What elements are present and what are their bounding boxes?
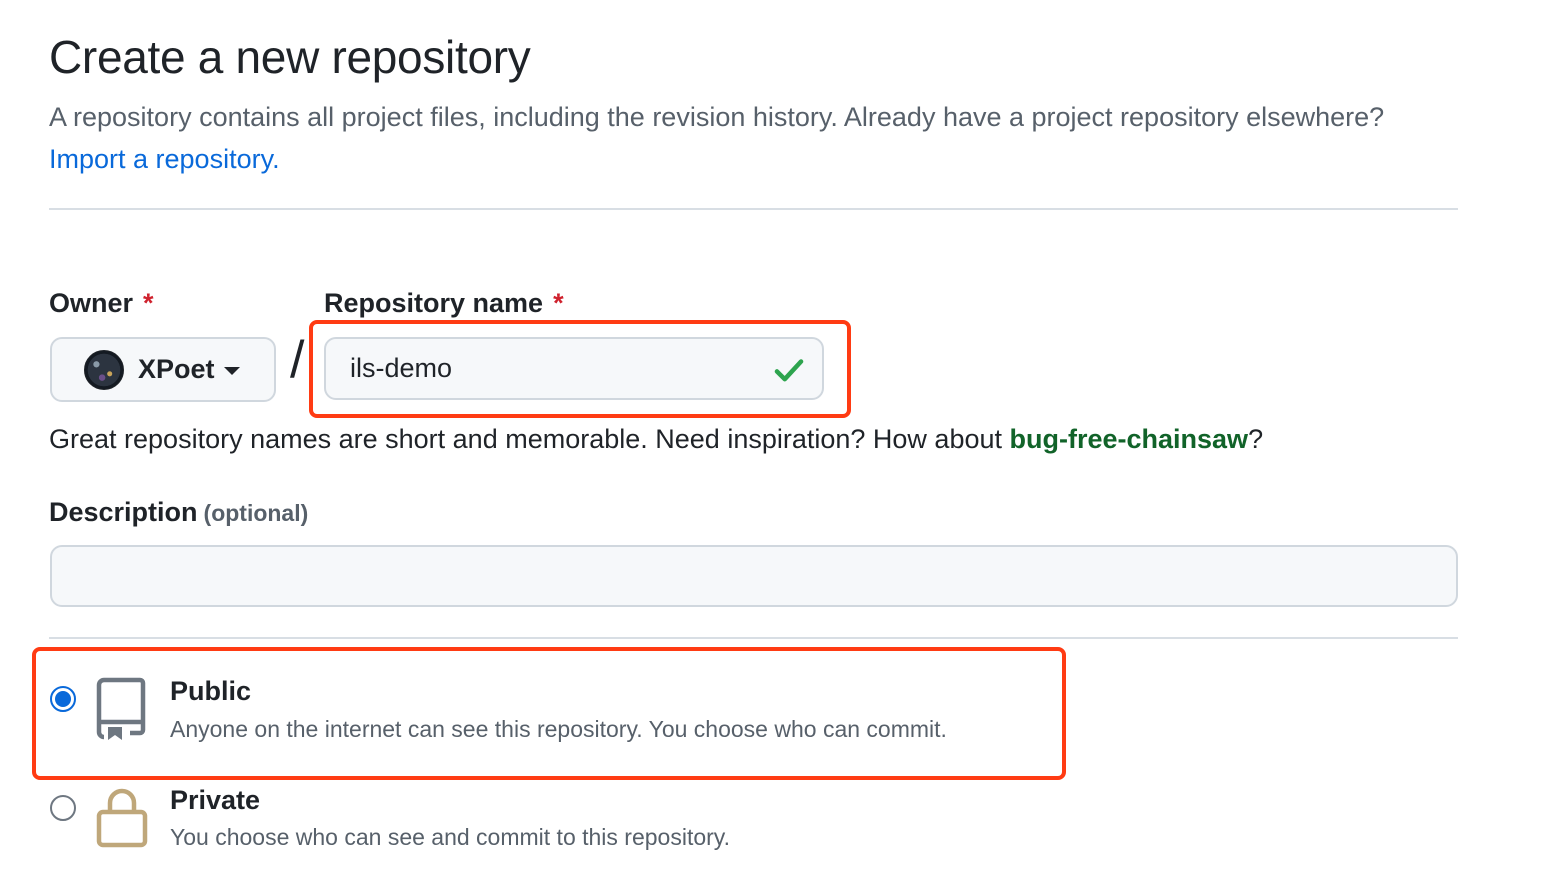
hint-text: Great repository names are short and mem… — [49, 424, 1002, 454]
subtitle-text: A repository contains all project files,… — [49, 102, 1385, 132]
hint-suffix: ? — [1248, 424, 1264, 454]
caret-down-icon — [223, 367, 240, 375]
owner-dropdown[interactable]: XPoet — [50, 337, 276, 402]
section-divider — [49, 637, 1458, 639]
repository-name-label-text: Repository name — [324, 288, 544, 318]
owner-label: Owner * — [49, 288, 154, 319]
name-suggestion[interactable]: bug-free-chainsaw — [1010, 424, 1249, 454]
owner-name: XPoet — [138, 354, 215, 384]
description-input[interactable] — [50, 545, 1458, 607]
page-subtitle: A repository contains all project files,… — [49, 96, 1389, 180]
owner-label-text: Owner — [49, 288, 134, 318]
repository-name-highlight — [309, 320, 851, 418]
repository-name-required-mark: * — [553, 288, 564, 318]
import-repository-link[interactable]: Import a repository. — [49, 144, 280, 174]
optional-hint: (optional) — [203, 500, 309, 526]
header-divider — [49, 208, 1458, 210]
repository-name-label: Repository name * — [324, 288, 564, 319]
public-option-highlight — [32, 647, 1066, 780]
description-label-text: Description — [49, 497, 198, 527]
owner-repo-separator: / — [290, 331, 305, 389]
description-label: Description (optional) — [49, 497, 308, 528]
lock-icon — [96, 788, 148, 848]
private-description: You choose who can see and commit to thi… — [170, 824, 730, 850]
owner-required-mark: * — [143, 288, 154, 318]
private-radio[interactable] — [50, 795, 76, 821]
repository-name-hint: Great repository names are short and mem… — [49, 424, 1263, 455]
page-title: Create a new repository — [49, 31, 531, 83]
private-title: Private — [170, 785, 261, 815]
avatar — [84, 349, 124, 390]
